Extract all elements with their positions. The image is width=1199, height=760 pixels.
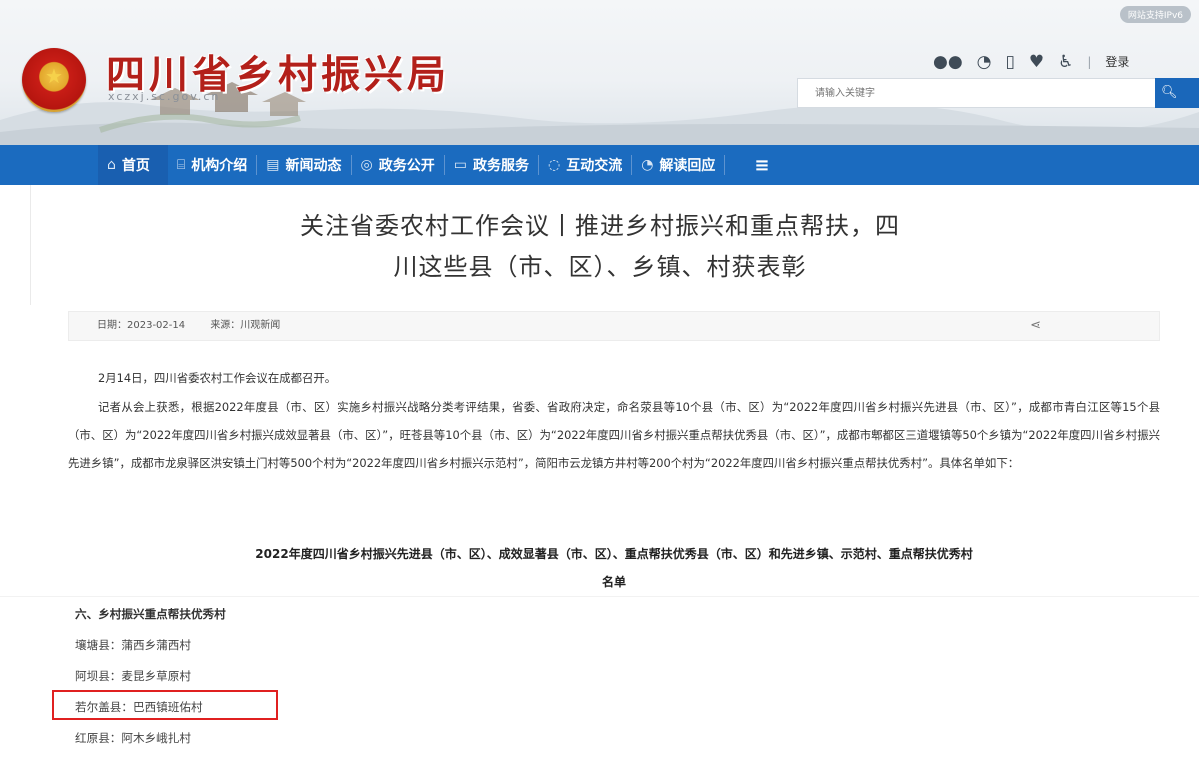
star-icon: ★ xyxy=(45,64,63,88)
nav-item-news[interactable]: ▤ 新闻动态 xyxy=(257,145,350,185)
list-title-line2: 名单 xyxy=(601,575,626,589)
nav-divider xyxy=(724,155,726,175)
list-item-highlighted: 若尔盖县：巴西镇班佑村 xyxy=(52,690,278,729)
wechat-icon[interactable]: ●● xyxy=(933,52,963,72)
nav-item-gov-service[interactable]: ▭ 政务服务 xyxy=(445,145,538,185)
nav-item-label: 互动交流 xyxy=(566,158,623,174)
nav-item-label: 政务服务 xyxy=(472,158,529,174)
search-input[interactable] xyxy=(798,79,1154,107)
main-nav: ⌂ 首页 ⌸ 机构介绍 ▤ 新闻动态 ◎ 政务公开 ▭ 政务服务 ◌ 互动交流 … xyxy=(0,145,1199,185)
heart-icon[interactable]: ♥ xyxy=(1029,52,1044,72)
share-icon[interactable]: ⋖ xyxy=(1030,312,1041,340)
nav-item-institution[interactable]: ⌸ 机构介绍 xyxy=(168,145,256,185)
highlight-box xyxy=(52,690,278,720)
article-body: 关注省委农村工作会议丨推进乡村振兴和重点帮扶，四 川这些县（市、区）、乡镇、村获… xyxy=(0,185,1199,745)
list-item: 红原县：阿木乡峨扎村 xyxy=(75,731,191,745)
article-source: 来源：川观新闻 xyxy=(210,320,281,331)
list-item: 壤塘县：蒲西乡蒲西村 xyxy=(75,638,191,652)
nav-item-label: 解读回应 xyxy=(659,158,716,174)
paragraph-1: 2月14日，四川省委农村工作会议在成都召开。 xyxy=(98,371,337,385)
nav-item-interpret[interactable]: ◔ 解读回应 xyxy=(632,145,724,185)
chat-icon: ◌ xyxy=(547,157,561,173)
accessibility-icon[interactable]: ♿ xyxy=(1058,52,1073,72)
article-meta-bar: 日期：2023-02-14 来源：川观新闻 ⋖ xyxy=(68,311,1160,341)
article-title: 关注省委农村工作会议丨推进乡村振兴和重点帮扶，四 川这些县（市、区）、乡镇、村获… xyxy=(130,206,1070,288)
home-icon: ⌂ xyxy=(107,157,116,173)
list-title-line1: 2022年度四川省乡村振兴先进县（市、区）、成效显著县（市、区）、重点帮扶优秀县… xyxy=(255,547,973,561)
header-toolbar: ●● ◔ ▯ ♥ ♿ | 登录 xyxy=(933,52,1129,72)
search-button[interactable]: 🔍︎ xyxy=(1155,78,1199,108)
weibo-icon[interactable]: ◔ xyxy=(977,52,992,72)
section-heading: 六、乡村振兴重点帮扶优秀村 xyxy=(75,607,226,621)
article-title-line2: 川这些县（市、区）、乡镇、村获表彰 xyxy=(393,253,807,281)
site-domain: xczxj.sc.gov.cn xyxy=(108,90,221,103)
nav-item-label: 机构介绍 xyxy=(191,158,248,174)
search-box xyxy=(797,78,1157,108)
divider xyxy=(0,596,1199,597)
nav-item-label: 政务公开 xyxy=(378,158,435,174)
site-header: 网站支持IPv6 ★ 四川省乡村振兴局 xczxj.sc.gov.cn ●● ◔… xyxy=(0,0,1199,145)
mobile-icon[interactable]: ▯ xyxy=(1006,52,1015,72)
article-date: 日期：2023-02-14 xyxy=(97,320,186,331)
menu-icon[interactable]: ≡ xyxy=(745,145,778,185)
toolbar-divider: | xyxy=(1087,55,1092,69)
article-title-line1: 关注省委农村工作会议丨推进乡村振兴和重点帮扶，四 xyxy=(300,212,900,240)
page-edge xyxy=(30,185,31,305)
national-emblem-logo: ★ xyxy=(22,48,86,112)
service-icon: ▭ xyxy=(453,157,467,173)
nav-item-gov-affairs[interactable]: ◎ 政务公开 xyxy=(352,145,444,185)
nav-item-label: 首页 xyxy=(121,158,150,174)
nav-item-label: 新闻动态 xyxy=(285,158,342,174)
institution-icon: ⌸ xyxy=(176,157,186,173)
nav-item-interaction[interactable]: ◌ 互动交流 xyxy=(539,145,631,185)
village-list: 六、乡村振兴重点帮扶优秀村 壤塘县：蒲西乡蒲西村 阿坝县：麦昆乡草原村 若尔盖县… xyxy=(52,605,278,760)
login-link[interactable]: 登录 xyxy=(1105,52,1129,72)
search-icon: 🔍︎ xyxy=(1161,85,1178,100)
interpret-icon: ◔ xyxy=(641,157,654,173)
ipv6-badge: 网站支持IPv6 xyxy=(1119,6,1191,23)
nav-item-home[interactable]: ⌂ 首页 xyxy=(98,145,168,185)
news-icon: ▤ xyxy=(266,157,280,173)
broadcast-icon: ◎ xyxy=(360,157,373,173)
list-title: 2022年度四川省乡村振兴先进县（市、区）、成效显著县（市、区）、重点帮扶优秀县… xyxy=(68,540,1160,596)
paragraph-2: 记者从会上获悉，根据2022年度县（市、区）实施乡村振兴战略分类考评结果，省委、… xyxy=(68,400,1160,470)
